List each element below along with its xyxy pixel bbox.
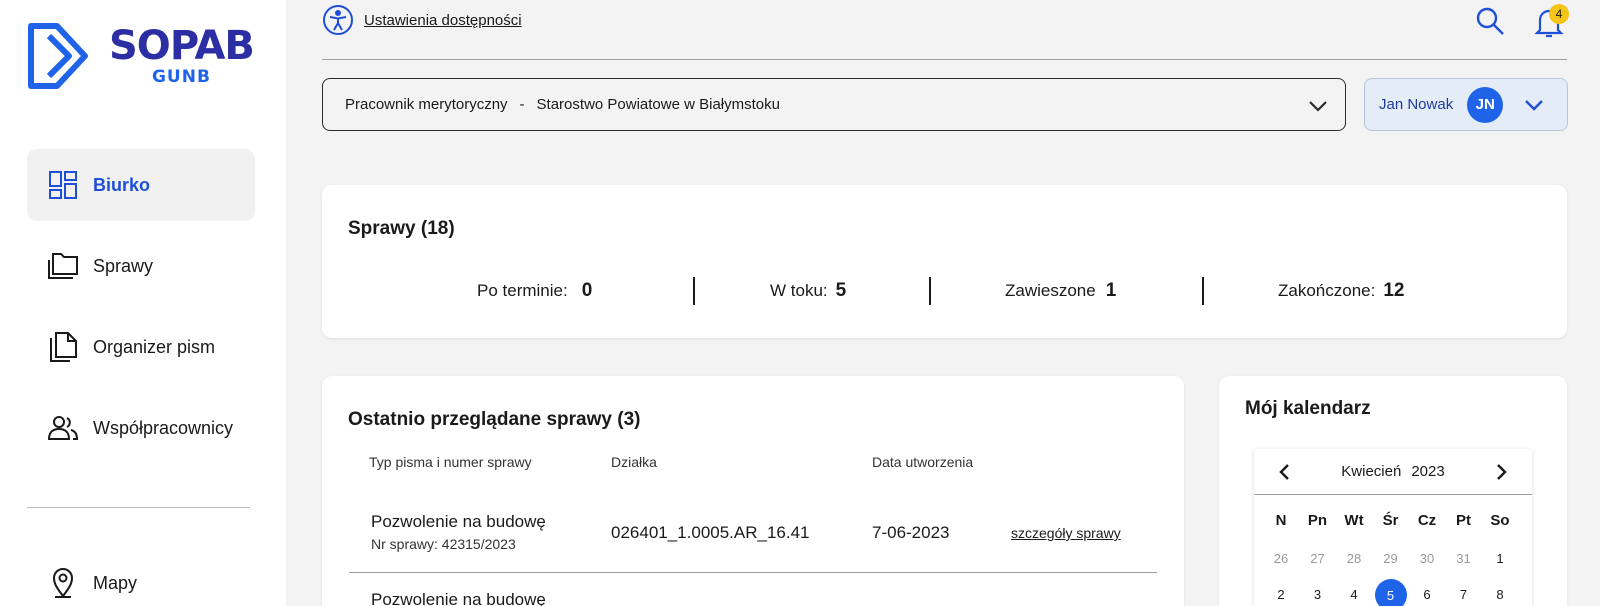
sidebar-divider bbox=[27, 507, 250, 508]
sidebar-item-label: Współpracownicy bbox=[93, 417, 234, 438]
weekday-label: So bbox=[1490, 512, 1510, 529]
stat-divider bbox=[929, 277, 931, 305]
notification-badge: 4 bbox=[1549, 4, 1569, 24]
chevron-right-icon[interactable] bbox=[1492, 463, 1510, 481]
calendar-month: Kwiecień 2023 bbox=[1254, 463, 1532, 480]
calendar-day[interactable]: 8 bbox=[1482, 587, 1518, 602]
stat-value: 0 bbox=[581, 280, 593, 301]
calendar-widget: Kwiecień 2023 N Pn Wt Śr Cz Pt So 26 27 28 29 30 31 1 2… bbox=[1254, 449, 1532, 606]
calendar-day[interactable]: 26 bbox=[1263, 551, 1299, 566]
logo[interactable]: SOPAB GUNB bbox=[27, 22, 255, 90]
search-icon[interactable] bbox=[1474, 5, 1506, 37]
sidebar-item-mapy[interactable]: Mapy bbox=[27, 547, 255, 606]
column-header: Działka bbox=[611, 454, 657, 470]
stat-value: 1 bbox=[1105, 280, 1117, 301]
calendar-day[interactable]: 4 bbox=[1336, 587, 1372, 602]
calendar-day-today[interactable]: 5 bbox=[1374, 579, 1407, 606]
calendar-day[interactable]: 31 bbox=[1446, 551, 1482, 566]
stat-label: Po terminie: bbox=[477, 281, 568, 300]
documents-icon bbox=[47, 331, 79, 363]
recent-cases-title: Ostatnio przeglądane sprawy (3) bbox=[348, 409, 641, 430]
calendar-day[interactable]: 28 bbox=[1336, 551, 1372, 566]
calendar-day[interactable]: 3 bbox=[1300, 587, 1336, 602]
calendar-year: 2023 bbox=[1411, 463, 1445, 480]
cases-summary-title: Sprawy (18) bbox=[348, 218, 455, 239]
sidebar-item-organizer-pism[interactable]: Organizer pism bbox=[27, 311, 255, 383]
dashboard-icon bbox=[47, 169, 79, 201]
row-divider bbox=[349, 572, 1157, 573]
calendar-day[interactable]: 2 bbox=[1263, 587, 1299, 602]
accessibility-settings-link[interactable]: Ustawienia dostępności bbox=[322, 4, 522, 36]
case-type: Pozwolenie na budowę bbox=[371, 512, 546, 531]
stat-label: Zakończone: bbox=[1278, 281, 1376, 300]
sidebar-item-label: Biurko bbox=[93, 174, 151, 195]
weekday-label: Pn bbox=[1307, 512, 1328, 529]
sidebar-item-sprawy[interactable]: Sprawy bbox=[27, 230, 255, 302]
role-label: Pracownik merytoryczny bbox=[345, 96, 508, 113]
calendar-header: Kwiecień 2023 bbox=[1254, 449, 1532, 495]
stat-divider bbox=[1202, 277, 1204, 305]
map-pin-icon bbox=[47, 567, 79, 599]
weekday-label: Pt bbox=[1456, 512, 1471, 529]
folder-icon bbox=[47, 250, 79, 282]
accessibility-icon bbox=[323, 5, 353, 35]
stat-label: Zawieszone bbox=[1005, 281, 1096, 300]
stat-in-progress[interactable]: W toku: 5 bbox=[770, 280, 846, 302]
calendar-day[interactable]: 27 bbox=[1300, 551, 1336, 566]
logo-title: SOPAB bbox=[109, 23, 255, 69]
stat-overdue[interactable]: Po terminie: 0 bbox=[477, 280, 592, 302]
weekday-label: Wt bbox=[1344, 512, 1364, 529]
chevron-down-icon bbox=[1309, 101, 1327, 112]
recent-cases-card: Ostatnio przeglądane sprawy (3) Typ pism… bbox=[322, 376, 1184, 606]
weekday-label: Cz bbox=[1417, 512, 1437, 529]
calendar-card: Mój kalendarz Kwiecień 2023 N Pn Wt Śr Cz Pt So… bbox=[1219, 376, 1567, 606]
case-type: Pozwolenie na budowę bbox=[371, 590, 546, 606]
case-plot: 026401_1.0005.AR_16.41 bbox=[611, 523, 810, 542]
stat-value: 12 bbox=[1383, 280, 1405, 301]
sidebar-item-biurko[interactable]: Biurko bbox=[27, 149, 255, 221]
chevron-down-icon bbox=[1525, 99, 1544, 111]
calendar-month-name: Kwiecień bbox=[1341, 463, 1402, 480]
stat-divider bbox=[693, 277, 695, 305]
cases-summary-card: Sprawy (18) Po terminie: 0 W toku: 5 Zaw… bbox=[322, 185, 1567, 338]
accessibility-label: Ustawienia dostępności bbox=[364, 11, 522, 29]
sidebar: SOPAB GUNB Biurko Sprawy Organizer pism bbox=[0, 0, 286, 606]
calendar-title: Mój kalendarz bbox=[1245, 398, 1371, 419]
weekday-label: Śr bbox=[1382, 512, 1399, 529]
column-header: Data utworzenia bbox=[872, 454, 974, 470]
column-header: Typ pisma i numer sprawy bbox=[369, 454, 532, 470]
case-date: 7-06-2023 bbox=[872, 523, 950, 542]
calendar-day[interactable]: 29 bbox=[1373, 551, 1409, 566]
role-office-select[interactable]: Pracownik merytoryczny - Starostwo Powia… bbox=[322, 78, 1346, 131]
people-icon bbox=[47, 412, 79, 444]
sidebar-item-label: Sprawy bbox=[93, 255, 154, 276]
stat-completed[interactable]: Zakończone: 12 bbox=[1278, 280, 1404, 302]
calendar-day[interactable]: 7 bbox=[1446, 587, 1482, 602]
sidebar-item-label: Organizer pism bbox=[93, 336, 216, 357]
stat-label: W toku: bbox=[770, 281, 828, 300]
logo-chevron-icon bbox=[28, 23, 88, 89]
calendar-day[interactable]: 1 bbox=[1482, 551, 1518, 566]
user-name: Jan Nowak bbox=[1379, 96, 1454, 113]
logo-subtitle: GUNB bbox=[151, 67, 211, 87]
case-number: Nr sprawy: 42315/2023 bbox=[371, 536, 516, 552]
sidebar-item-label: Mapy bbox=[93, 572, 138, 593]
role-separator: - bbox=[519, 96, 525, 113]
sidebar-item-wspolpracownicy[interactable]: Współpracownicy bbox=[27, 392, 255, 464]
case-details-link[interactable]: szczegóły sprawy bbox=[1011, 525, 1121, 541]
calendar-day[interactable]: 30 bbox=[1409, 551, 1445, 566]
stat-value: 5 bbox=[835, 280, 847, 301]
user-menu[interactable]: Jan Nowak JN bbox=[1364, 78, 1568, 131]
avatar: JN bbox=[1467, 86, 1504, 123]
office-label: Starostwo Powiatowe w Białymstoku bbox=[536, 96, 780, 113]
weekday-label: N bbox=[1275, 512, 1287, 529]
stat-suspended[interactable]: Zawieszone 1 bbox=[1005, 280, 1116, 302]
header-divider bbox=[322, 59, 1567, 60]
calendar-day[interactable]: 6 bbox=[1409, 587, 1445, 602]
